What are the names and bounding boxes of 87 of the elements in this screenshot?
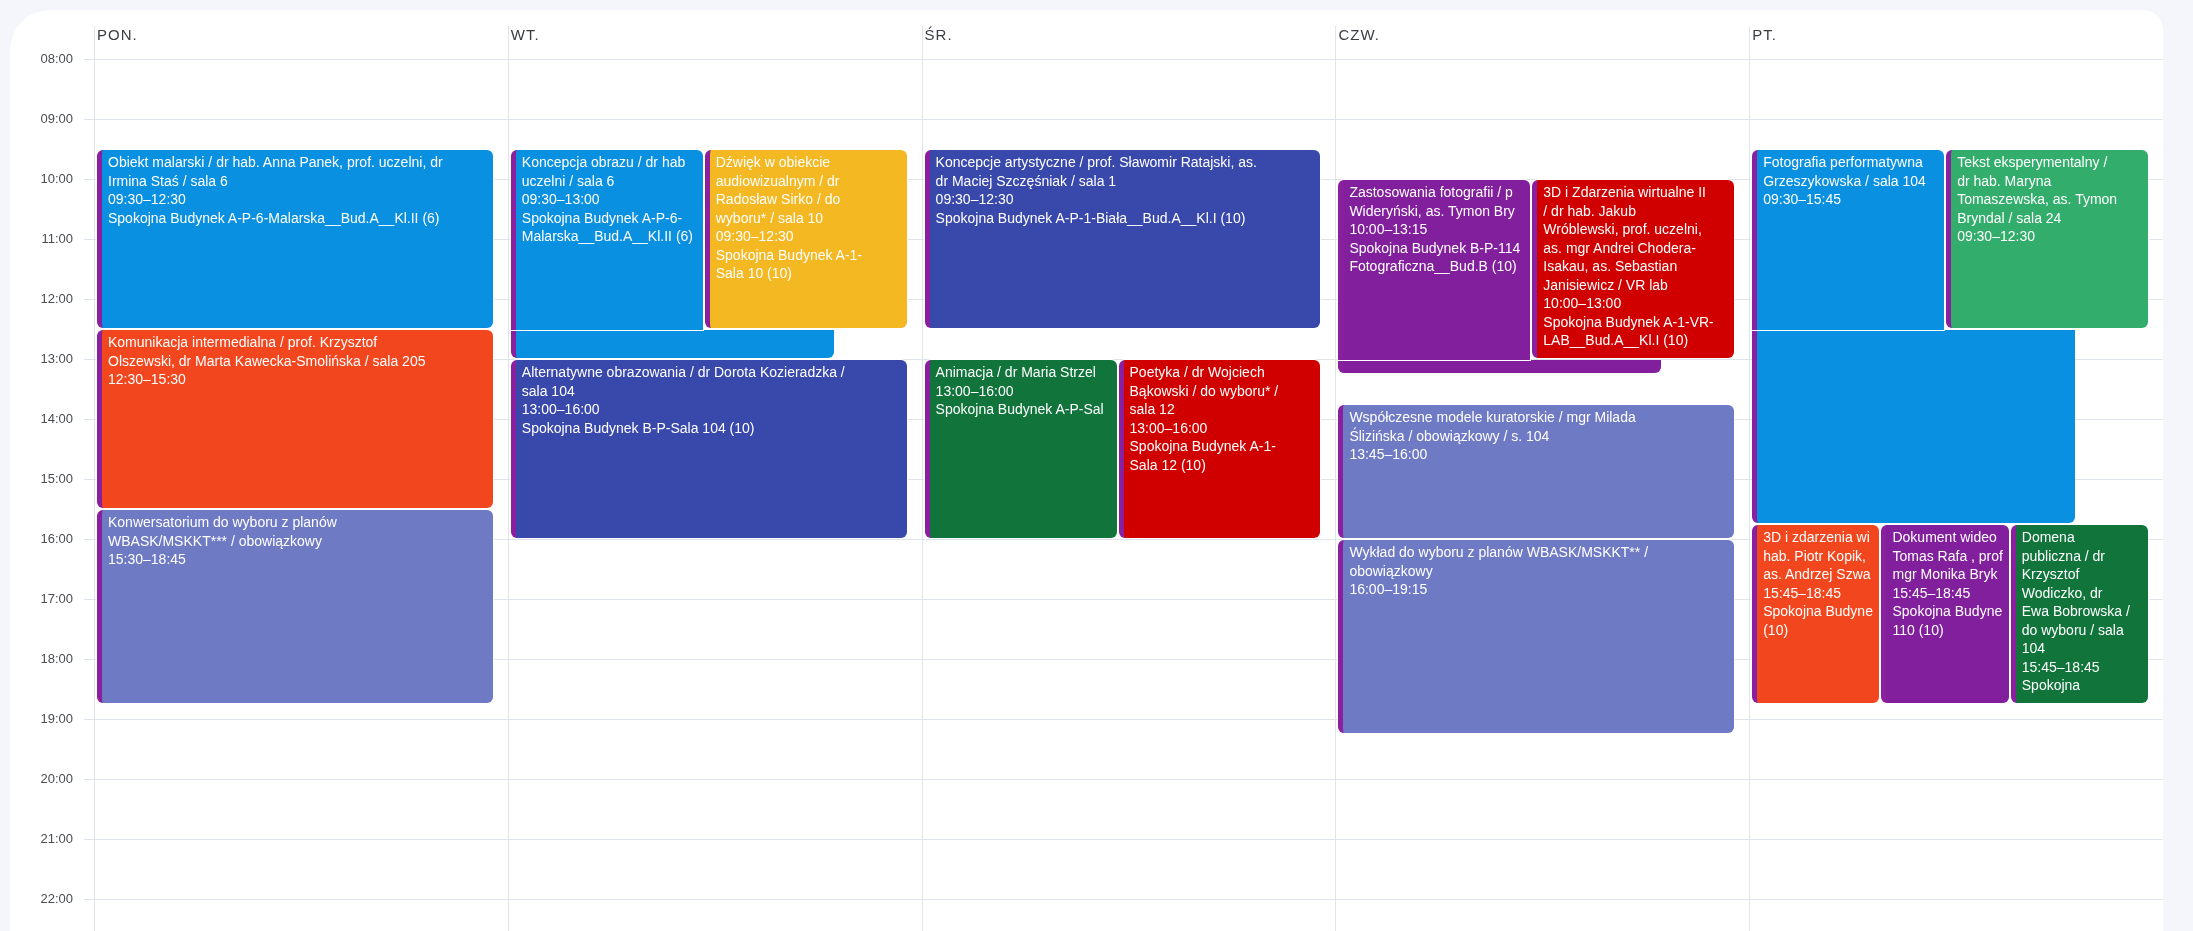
calendar-event[interactable]: Domena publiczna / dr Krzysztof Wodiczko, dr Ewa Bobrowska / do wyboru / sala 104 15:45–18:45 Spokojna (2010, 525, 2148, 703)
time-label: 17:00 (39, 590, 74, 608)
event-title: Tekst eksperymentalny / dr hab. Maryna Tomaszewska, as. Tymon Bryndal / sala 24 (1957, 153, 2118, 227)
time-label: 15:00 (39, 470, 74, 488)
time-label: 21:00 (39, 830, 74, 848)
calendar-event[interactable]: Komunikacja intermedialna / prof. Krzysztof Olszewski, dr Marta Kawecka-Smolińska / sala 205 12:30–15:30 (97, 330, 493, 508)
event-title: Domena publiczna / dr Krzysztof Wodiczko, dr Ewa Bobrowska / do wyboru / sala 104 (2021, 528, 2130, 658)
event-location: Spokojna Budynek B-P-Sala 104 (10) (521, 418, 755, 437)
calendar-event[interactable]: Koncepcje artystyczne / prof. Sławomir Ratajski, as. dr Maciej Szczęśniak / sala 1 09:30–12:30 Spokojna Budynek A-P-1-Biała__Bud.A__Kl.I (10) (924, 150, 1321, 328)
event-time: 13:00–16:00 (1129, 418, 1208, 437)
calendar-event[interactable]: 3D i zdarzenia wi hab. Piotr Kopik, as. Andrzej Szwa 15:45–18:45 Spokojna Budyne (10) (1752, 525, 1880, 703)
event-title: Konwersatorium do wyboru z planów WBASK/MSKKT*** / obowiązkowy (108, 513, 337, 550)
event-time: 15:30–18:45 (108, 550, 186, 569)
event-location: Spokojna Budynek A-1- Sala 10 (10) (715, 245, 863, 283)
event-title: Animacja / dr Maria Strzel (935, 363, 1096, 382)
day-header: CZW. (1338, 26, 1380, 43)
event-time: 12:30–15:30 (108, 370, 186, 389)
calendar-event-extension[interactable] (1338, 360, 1662, 373)
event-title: Dokument wideo Tomas Rafa , prof mgr Monika Bryk (1892, 528, 2003, 584)
time-label: 22:00 (39, 890, 74, 908)
calendar-event[interactable]: Wykład do wyboru z planów WBASK/MSKKT** / obowiązkowy 16:00–19:15 (1338, 540, 1735, 733)
event-title: Koncepcja obrazu / dr hab uczelni / sala 6 (521, 153, 686, 190)
event-time: 09:30–15:45 (1763, 190, 1842, 209)
event-time: 09:30–12:30 (1957, 227, 2035, 246)
event-title: Koncepcje artystyczne / prof. Sławomir Ratajski, as. dr Maciej Szczęśniak / sala 1 (935, 153, 1257, 190)
calendar-event[interactable]: Alternatywne obrazowania / dr Dorota Kozieradzka / sala 104 13:00–16:00 Spokojna Budynek B-P-Sala 104 (10) (510, 360, 907, 538)
day-header: WT. (510, 26, 540, 43)
event-time: 10:00–13:00 (1543, 294, 1622, 313)
event-time: 16:00–19:15 (1349, 580, 1428, 599)
event-time: 15:45–18:45 (1892, 583, 1971, 602)
event-location: Spokojna (2021, 676, 2081, 695)
calendar-event[interactable]: Animacja / dr Maria Strzel 13:00–16:00 Spokojna Budynek A-P-Sal (924, 360, 1117, 538)
calendar-event[interactable]: Zastosowania fotografii / p Wideryński, as. Tymon Bry 10:00–13:15 Spokojna Budynek B-P-114 Fotograficzna__Bud.B (10) (1338, 180, 1531, 360)
event-title: 3D i zdarzenia wi hab. Piotr Kopik, as. Andrzej Szwa (1763, 528, 1871, 584)
calendar-event[interactable]: Dokument wideo Tomas Rafa , prof mgr Monika Bryk 15:45–18:45 Spokojna Budyne 110 (10) (1881, 525, 2009, 703)
calendar-event-extension[interactable] (510, 330, 834, 358)
calendar-event[interactable]: 3D i Zdarzenia wirtualne II / dr hab. Jakub Wróblewski, prof. uczelni, as. mgr Andrei Chodera- Isakau, as. Sebastian Janisiewicz / VR lab 10:00–13:00 Spokojna Budynek A-1-VR- LAB__Bud.A__Kl.I (10) (1532, 180, 1735, 358)
event-title: Komunikacja intermedialna / prof. Krzysztof Olszewski, dr Marta Kawecka-Smolińska / sala 205 (108, 333, 426, 370)
time-label: 11:00 (40, 230, 74, 248)
calendar-event[interactable]: Konwersatorium do wyboru z planów WBASK/MSKKT*** / obowiązkowy 15:30–18:45 (97, 510, 493, 703)
calendar-event[interactable]: Obiekt malarski / dr hab. Anna Panek, prof. uczelni, dr Irmina Staś / sala 6 09:30–12:30 Spokojna Budynek A-P-6-Malarska__Bud.A__Kl.II (6) (97, 150, 493, 328)
event-location: Spokojna Budynek A-P-1-Biała__Bud.A__Kl.I (10) (935, 208, 1246, 227)
event-time: 13:00–16:00 (521, 400, 600, 419)
calendar-event[interactable]: Poetyka / dr Wojciech Bąkowski / do wyboru* / sala 12 13:00–16:00 Spokojna Budynek A-1- Sala 12 (10) (1118, 360, 1321, 538)
event-location: Spokojna Budyne (10) (1763, 602, 1873, 639)
time-label: 16:00 (39, 530, 74, 548)
time-label: 09:00 (39, 110, 74, 128)
day-header: PON. (97, 26, 138, 43)
calendar-event[interactable]: Tekst eksperymentalny / dr hab. Maryna Tomaszewska, as. Tymon Bryndal / sala 24 09:30–12:30 (1946, 150, 2148, 328)
event-time: 09:30–13:00 (521, 190, 600, 209)
event-location: Spokojna Budynek A-1-VR- LAB__Bud.A__Kl.I (10) (1543, 312, 1714, 350)
time-label: 18:00 (39, 650, 74, 668)
event-location: Spokojna Budyne 110 (10) (1892, 602, 2003, 639)
event-title: Współczesne modele kuratorskie / mgr Milada Ślizińska / obowiązkowy / s. 104 (1349, 408, 1636, 445)
time-label: 14:00 (39, 410, 74, 428)
calendar-event[interactable]: Współczesne modele kuratorskie / mgr Milada Ślizińska / obowiązkowy / s. 104 13:45–16:00 (1338, 405, 1735, 538)
event-time: 09:30–12:30 (108, 190, 186, 209)
event-time: 09:30–12:30 (935, 190, 1014, 209)
event-title: Obiekt malarski / dr hab. Anna Panek, prof. uczelni, dr Irmina Staś / sala 6 (108, 153, 443, 190)
event-location: Spokojna Budynek A-P-6- Malarska__Bud.A__Kl.II (6) (521, 208, 693, 246)
event-title: 3D i Zdarzenia wirtualne II / dr hab. Jakub Wróblewski, prof. uczelni, as. mgr Andrei Chodera- Isakau, as. Sebastian Janisiewicz / VR lab (1543, 183, 1706, 294)
event-time: 15:45–18:45 (2021, 657, 2100, 676)
time-label: 19:00 (39, 710, 74, 728)
time-label: 08:00 (39, 50, 74, 68)
event-time: 10:00–13:15 (1349, 220, 1428, 239)
calendar-event[interactable]: Koncepcja obrazu / dr hab uczelni / sala 6 09:30–13:00 Spokojna Budynek A-P-6- Malarska__Bud.A__Kl.II (6) (510, 150, 703, 330)
calendar-event[interactable]: Fotografia performatywna Grzeszykowska / sala 104 09:30–15:45 (1752, 150, 1945, 330)
event-location: Spokojna Budynek B-P-114 Fotograficzna__Bud.B (10) (1349, 238, 1521, 276)
day-header: ŚR. (924, 26, 953, 43)
event-title: Zastosowania fotografii / p Wideryński, as. Tymon Bry (1349, 183, 1515, 220)
time-label: 20:00 (39, 770, 74, 788)
event-title: Wykład do wyboru z planów WBASK/MSKKT** / obowiązkowy (1349, 543, 1649, 580)
event-title: Fotografia performatywna Grzeszykowska / sala 104 (1763, 153, 1926, 190)
day-header: PT. (1752, 26, 1777, 43)
event-title: Poetyka / dr Wojciech Bąkowski / do wyboru* / sala 12 (1129, 363, 1279, 419)
event-time: 13:45–16:00 (1349, 445, 1428, 464)
event-time: 15:45–18:45 (1763, 583, 1842, 602)
time-label: 12:00 (39, 290, 74, 308)
event-title: Dźwięk w obiekcie audiowizualnym / dr Radosław Sirko / do wyboru* / sala 10 (715, 153, 841, 227)
event-title: Alternatywne obrazowania / dr Dorota Kozieradzka / sala 104 (521, 363, 845, 400)
event-time: 13:00–16:00 (935, 381, 1014, 400)
time-label: 13:00 (39, 350, 74, 368)
time-label: 10:00 (39, 170, 74, 188)
event-location: Spokojna Budynek A-P-6-Malarska__Bud.A__Kl.II (6) (108, 208, 440, 227)
event-location: Spokojna Budynek A-1- Sala 12 (10) (1129, 437, 1276, 474)
event-time: 09:30–12:30 (715, 227, 794, 246)
event-location: Spokojna Budynek A-P-Sal (935, 400, 1104, 419)
